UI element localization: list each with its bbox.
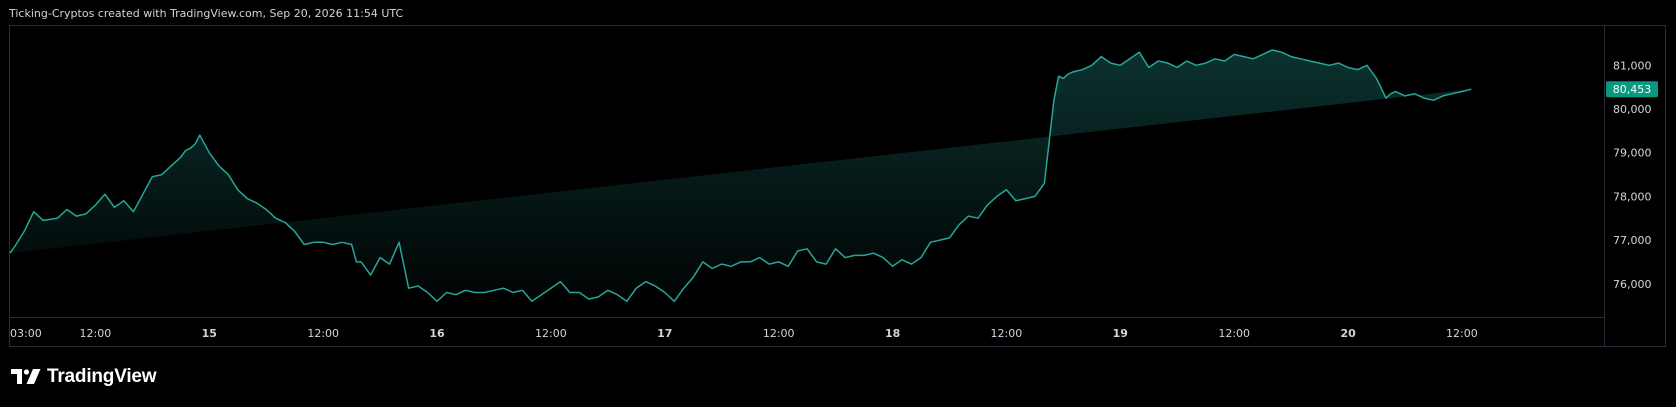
time-tick-label: 20 xyxy=(1340,327,1356,340)
time-tick-label: 17 xyxy=(657,327,672,340)
price-tick-label: 80,000 xyxy=(1613,103,1652,116)
tradingview-logo-text: TradingView xyxy=(47,366,157,387)
time-tick-label: 16 xyxy=(429,327,445,340)
time-axis: 03:00 12:00 15 12:00 16 12:00 17 12:00 18 12:00 19… xyxy=(10,327,1478,340)
time-tick-label: 12:00 xyxy=(80,327,112,340)
tradingview-logo[interactable]: TradingView xyxy=(11,366,157,388)
price-tick-label: 79,000 xyxy=(1613,147,1652,160)
time-tick-label: 19 xyxy=(1113,327,1128,340)
time-tick-label: 15 xyxy=(202,327,217,340)
last-price-label: 80,453 xyxy=(1606,81,1658,98)
price-tick-label: 76,000 xyxy=(1613,278,1652,291)
price-chart[interactable]: 76,000 77,000 78,000 79,000 80,000 81,000 03:… xyxy=(0,0,1676,407)
time-tick-label: 12:00 xyxy=(1446,327,1478,340)
time-tick-label: 12:00 xyxy=(991,327,1023,340)
price-tick-label: 81,000 xyxy=(1613,59,1652,72)
price-tick-label: 77,000 xyxy=(1613,234,1652,247)
time-tick-label: 12:00 xyxy=(535,327,567,340)
tradingview-logo-icon xyxy=(11,369,41,384)
time-tick-label: 12:00 xyxy=(1218,327,1250,340)
last-price-value: 80,453 xyxy=(1613,83,1652,96)
time-tick-label: 03:00 xyxy=(10,327,42,340)
time-tick-label: 12:00 xyxy=(307,327,339,340)
time-tick-label: 12:00 xyxy=(763,327,795,340)
price-tick-label: 78,000 xyxy=(1613,190,1652,203)
time-tick-label: 18 xyxy=(885,327,900,340)
